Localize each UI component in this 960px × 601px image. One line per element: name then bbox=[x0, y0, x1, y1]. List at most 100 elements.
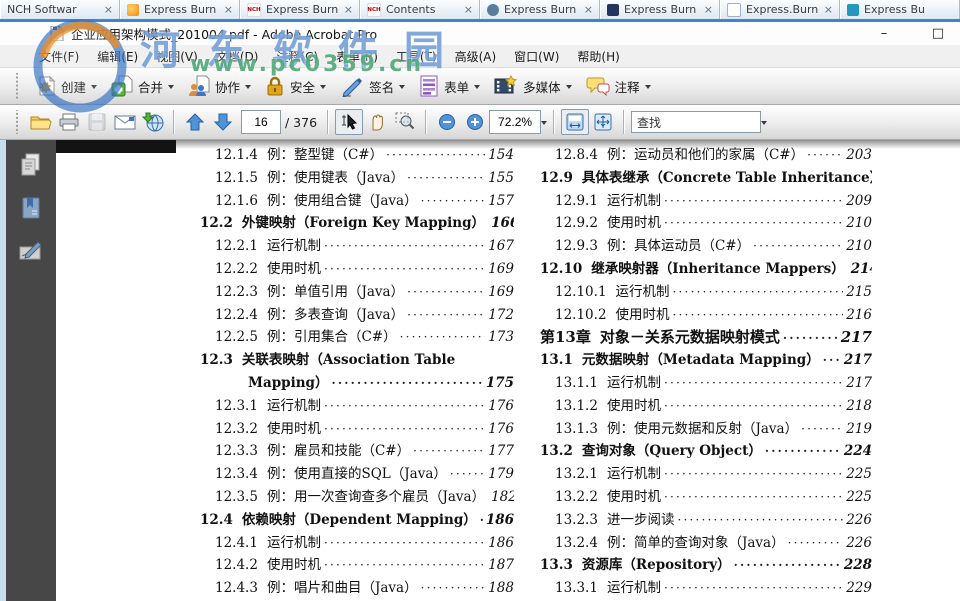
toc-dot-leader: ········································… bbox=[324, 235, 485, 258]
toolbar-grip[interactable] bbox=[14, 73, 19, 98]
find-input[interactable] bbox=[631, 111, 761, 133]
comment-button[interactable]: 注释 bbox=[579, 71, 658, 101]
toc-entry-row: 12.4.2使用时机······························… bbox=[200, 554, 514, 577]
toc-entry-number: 12.3 bbox=[200, 349, 233, 372]
toc-entry-number: 12.9.1 bbox=[555, 190, 598, 213]
bookmarks-panel-button[interactable] bbox=[17, 196, 45, 224]
print-button[interactable] bbox=[55, 109, 83, 135]
toc-dot-leader: ········································… bbox=[324, 395, 485, 418]
next-page-button[interactable] bbox=[209, 109, 237, 135]
toolbar-separator bbox=[623, 110, 625, 134]
toc-entry-title: 依赖映射（Dependent Mapping） bbox=[242, 509, 477, 532]
browser-tab-2[interactable]: Express Burn× bbox=[120, 0, 240, 19]
toc-entry-page: 209 bbox=[846, 190, 872, 213]
tab-close-icon[interactable]: × bbox=[704, 4, 713, 15]
menu-item[interactable]: 工具(T) bbox=[387, 45, 446, 68]
browser-tab-5[interactable]: Express Burn× bbox=[480, 0, 600, 19]
multimedia-button[interactable]: 多媒体 bbox=[487, 71, 579, 101]
toc-entry-page: 228 bbox=[844, 554, 872, 577]
comment-label: 注释 bbox=[615, 77, 640, 96]
toc-entry-row: 12.2.5例：引用集合（C#）························… bbox=[200, 326, 514, 349]
collaborate-button[interactable]: 协作 bbox=[181, 71, 258, 101]
toolbar-grip[interactable] bbox=[14, 110, 19, 134]
tab-close-icon[interactable]: × bbox=[344, 4, 353, 15]
toc-entry-title: 具体表继承（Concrete Table Inheritance） bbox=[582, 167, 872, 190]
email-button[interactable] bbox=[111, 109, 139, 135]
menu-item[interactable]: 帮助(H) bbox=[568, 45, 628, 68]
previous-page-button[interactable] bbox=[181, 109, 209, 135]
tab-close-icon[interactable]: × bbox=[224, 4, 233, 15]
menu-item[interactable]: 表单(R) bbox=[327, 45, 387, 68]
maximize-button[interactable]: □ bbox=[924, 24, 952, 42]
menu-item[interactable]: 注释(C) bbox=[267, 45, 327, 68]
toc-dot-leader: ········································… bbox=[765, 440, 841, 463]
menu-item[interactable]: 文件(F) bbox=[30, 45, 88, 68]
find-dropdown-caret[interactable] bbox=[761, 121, 767, 128]
tab-close-icon[interactable]: × bbox=[464, 4, 473, 15]
toc-entry-page: 216 bbox=[846, 304, 872, 327]
toc-dot-leader: ········································… bbox=[783, 327, 838, 349]
toc-dot-leader: ········································… bbox=[324, 532, 485, 555]
signatures-panel-button[interactable] bbox=[17, 239, 45, 267]
combine-label: 合并 bbox=[138, 77, 163, 96]
zoom-out-button[interactable] bbox=[433, 109, 461, 135]
browser-tab-4[interactable]: NCHContents× bbox=[360, 0, 480, 19]
toc-entry-page: 215 bbox=[846, 281, 872, 304]
menu-item[interactable]: 窗口(W) bbox=[505, 45, 568, 68]
toc-dot-leader: ········································… bbox=[407, 281, 485, 304]
toc-entry-number: 13.2.1 bbox=[555, 463, 598, 486]
tab-close-icon[interactable]: × bbox=[104, 4, 113, 15]
forms-button[interactable]: 表单 bbox=[412, 71, 487, 101]
page-number-input[interactable] bbox=[241, 110, 281, 134]
toc-entry-title: 元数据映射（Metadata Mapping） bbox=[582, 349, 820, 372]
zoom-in-button[interactable] bbox=[461, 109, 489, 135]
toc-entry-row: 13.1.3例：使用元数据和反射（Java）··················… bbox=[540, 418, 872, 441]
browser-tab-7[interactable]: Express.Burn× bbox=[720, 0, 840, 19]
zoom-dropdown-caret[interactable] bbox=[541, 121, 547, 128]
marquee-zoom-button[interactable] bbox=[391, 109, 419, 135]
toc-entry-number: 13.1.2 bbox=[555, 395, 598, 418]
toc-entry-row: 13.2.1运行机制······························… bbox=[540, 463, 872, 486]
open-file-button[interactable] bbox=[27, 109, 55, 135]
select-tool-button[interactable] bbox=[335, 109, 363, 135]
combine-button[interactable]: 合并 bbox=[104, 71, 181, 101]
browser-tab-3[interactable]: NCHExpress Burn× bbox=[240, 0, 360, 19]
toc-entry-row: 13.1.1运行机制······························… bbox=[540, 372, 872, 395]
toc-entry-row: 12.4依赖映射（Dependent Mapping）·············… bbox=[200, 509, 514, 532]
toc-entry-row: 13.2查询对象（Query Object）··················… bbox=[540, 440, 872, 463]
fit-width-button[interactable] bbox=[561, 109, 589, 135]
secure-button[interactable]: 安全 bbox=[258, 71, 333, 101]
browser-tab-6[interactable]: Express Burn× bbox=[600, 0, 720, 19]
sign-button[interactable]: 签名 bbox=[333, 71, 412, 101]
hand-tool-button[interactable] bbox=[363, 109, 391, 135]
minimize-button[interactable]: – bbox=[870, 24, 898, 42]
toc-dot-leader: ········································… bbox=[664, 486, 843, 509]
pages-panel-button[interactable] bbox=[17, 153, 45, 181]
browser-tab-1[interactable]: NCH Softwar× bbox=[0, 0, 120, 19]
zoom-level-input[interactable] bbox=[489, 110, 541, 134]
toc-entry-title: 例：使用组合键（Java） bbox=[267, 190, 418, 213]
upload-web-button[interactable] bbox=[139, 109, 167, 135]
fit-page-button[interactable] bbox=[589, 109, 617, 135]
create-button[interactable]: 创建 bbox=[27, 71, 104, 101]
toc-entry-title: 使用时机 bbox=[607, 486, 661, 509]
comment-icon bbox=[586, 75, 610, 97]
browser-tab-8[interactable]: Express Bu bbox=[840, 0, 960, 19]
tab-close-icon[interactable]: × bbox=[584, 4, 593, 15]
dropdown-caret-icon bbox=[91, 85, 97, 92]
menu-item[interactable]: 编辑(E) bbox=[88, 45, 147, 68]
toc-entry-row: 12.4.3例：唱片和曲目（Java）·····················… bbox=[200, 577, 514, 600]
navigation-panel-bar bbox=[6, 140, 56, 601]
toc-entry-title: 运行机制 bbox=[267, 235, 321, 258]
menu-item[interactable]: 高级(A) bbox=[446, 45, 506, 68]
menu-item[interactable]: 文档(D) bbox=[207, 45, 268, 68]
toc-dot-leader: ········································… bbox=[734, 554, 841, 577]
toc-entry-page: 217 bbox=[841, 326, 872, 349]
pdf-document-icon bbox=[50, 26, 64, 41]
toc-entry-row: 12.3.2使用时机······························… bbox=[200, 418, 514, 441]
toc-dot-leader: ········································… bbox=[421, 190, 486, 213]
menu-item[interactable]: 视图(V) bbox=[147, 45, 207, 68]
toc-entry-row: 12.9.2使用时机······························… bbox=[540, 212, 872, 235]
toc-entry-row: 13.2.2使用时机······························… bbox=[540, 486, 872, 509]
tab-close-icon[interactable]: × bbox=[824, 4, 833, 15]
